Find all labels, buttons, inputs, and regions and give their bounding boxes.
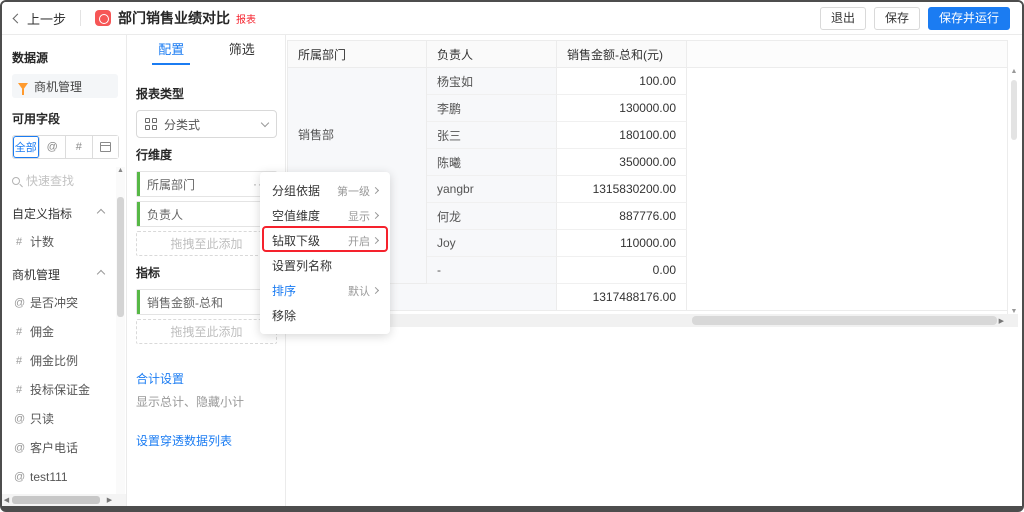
filter-tab-number[interactable]: # xyxy=(66,136,93,158)
field-filter-tabs: 全部 @ # xyxy=(12,135,119,159)
section-custom-metrics[interactable]: 自定义指标 xyxy=(12,199,118,227)
report-type-badge: 报表 xyxy=(236,11,256,26)
scrollbar-thumb[interactable] xyxy=(12,496,100,504)
datasource-header: 数据源 xyxy=(12,49,118,66)
metric-dropzone[interactable]: 拖拽至此添加 xyxy=(136,319,277,344)
tab-config[interactable]: 配置 xyxy=(158,35,184,67)
filter-tab-text[interactable]: @ xyxy=(40,136,67,158)
table-row: 李鹏 130000.00 xyxy=(427,95,687,122)
drill-data-link[interactable]: 设置穿透数据列表 xyxy=(136,432,277,449)
sidebar-horizontal-scrollbar[interactable]: ◀ ▶ xyxy=(2,494,126,506)
datasource-item[interactable]: 商机管理 xyxy=(12,74,118,98)
table-row: 陈曦 350000.00 xyxy=(427,149,687,176)
scrollbar-thumb[interactable] xyxy=(1011,80,1017,140)
field-item[interactable]: @ 是否冲突 xyxy=(12,288,118,317)
field-item[interactable]: @ 客户电话 xyxy=(12,433,118,462)
scroll-up-arrow[interactable]: ▲ xyxy=(1009,68,1019,75)
table-row: yangbr 1315830200.00 xyxy=(427,176,687,203)
grid-layout-icon xyxy=(145,118,157,130)
table-row: 何龙 887776.00 xyxy=(427,203,687,230)
field-item[interactable]: # 佣金比例 xyxy=(12,346,118,375)
field-item[interactable]: @ test111 xyxy=(12,462,118,491)
scroll-right-arrow[interactable]: ▶ xyxy=(999,317,1004,325)
table-row: Joy 110000.00 xyxy=(427,230,687,257)
chevron-right-icon xyxy=(372,212,379,219)
field-sidebar: 数据源 商机管理 可用字段 全部 @ # 自定义指标 # xyxy=(2,35,127,506)
exit-button[interactable]: 退出 xyxy=(820,7,866,30)
search-input[interactable] xyxy=(26,174,106,188)
column-header-amount: 销售金额-总和(元) xyxy=(557,41,687,67)
scroll-right-arrow[interactable]: ▶ xyxy=(105,496,114,504)
report-designer-window: 上一步 部门销售业绩对比 报表 退出 保存 保存并运行 数据源 商机管理 可用字… xyxy=(0,0,1024,512)
row-dim-item-department[interactable]: 所属部门 ··· xyxy=(136,171,277,197)
scroll-up-arrow[interactable]: ▲ xyxy=(116,167,125,174)
page-title: 部门销售业绩对比 xyxy=(118,8,230,28)
chevron-right-icon xyxy=(372,287,379,294)
menu-item-remove[interactable]: 移除 xyxy=(260,303,390,328)
section-opportunity[interactable]: 商机管理 xyxy=(12,260,118,288)
table-vertical-scrollbar[interactable]: ▲ ▼ xyxy=(1009,68,1019,315)
menu-item-sort[interactable]: 排序 默认 xyxy=(260,278,390,303)
menu-item-drill-down[interactable]: 钻取下级 开启 xyxy=(260,228,390,253)
scrollbar-thumb[interactable] xyxy=(117,197,124,317)
filter-tab-all[interactable]: 全部 xyxy=(13,136,40,158)
field-item[interactable]: # 投标保证金 xyxy=(12,375,118,404)
field-item[interactable]: # 佣金 xyxy=(12,317,118,346)
table-row: 张三 180100.00 xyxy=(427,122,687,149)
preview-canvas: 所属部门 负责人 销售金额-总和(元) 销售部 杨宝如 100.00 李鹏 13… xyxy=(287,35,1022,506)
total-row: 1317488176.00 xyxy=(287,284,1008,311)
metric-item-sales-sum[interactable]: 销售金额-总和 xyxy=(136,289,277,315)
divider xyxy=(80,10,81,26)
field-search[interactable] xyxy=(12,169,118,193)
table-row: - 0.00 xyxy=(427,257,687,284)
menu-item-null-dimension[interactable]: 空值维度 显示 xyxy=(260,203,390,228)
report-icon xyxy=(95,10,111,26)
total-settings-note: 显示总计、隐藏小计 xyxy=(136,393,277,410)
total-amount: 1317488176.00 xyxy=(557,284,687,310)
chevron-down-icon xyxy=(261,118,269,126)
menu-item-set-column-name[interactable]: 设置列名称 xyxy=(260,253,390,278)
dimension-context-menu: 分组依据 第一级 空值维度 显示 钻取下级 开启 设置列名称 排序 默认 移除 xyxy=(260,172,390,334)
funnel-icon xyxy=(18,83,28,90)
sidebar-vertical-scrollbar[interactable]: ▲ ▼ xyxy=(116,167,125,512)
scrollbar-thumb[interactable] xyxy=(692,316,997,325)
column-header-department: 所属部门 xyxy=(287,41,427,67)
field-item[interactable]: @ 只读 xyxy=(12,404,118,433)
table-horizontal-scrollbar[interactable]: ▶ xyxy=(287,314,1018,327)
caret-up-icon xyxy=(97,209,105,217)
report-type-label: 报表类型 xyxy=(136,85,277,102)
chevron-right-icon xyxy=(372,187,379,194)
chevron-right-icon xyxy=(372,237,379,244)
table-right-border xyxy=(1007,40,1008,323)
filter-tab-date[interactable] xyxy=(93,136,119,158)
chevron-left-icon xyxy=(13,13,23,23)
save-and-run-button[interactable]: 保存并运行 xyxy=(928,7,1010,30)
calendar-icon xyxy=(100,142,111,152)
search-icon xyxy=(12,177,20,185)
fields-header: 可用字段 xyxy=(12,110,118,127)
total-settings-link[interactable]: 合计设置 xyxy=(136,370,277,387)
row-dim-dropzone[interactable]: 拖拽至此添加 xyxy=(136,231,277,256)
row-dim-item-owner[interactable]: 负责人 xyxy=(136,201,277,227)
back-button[interactable]: 上一步 xyxy=(14,9,66,28)
tab-filter[interactable]: 筛选 xyxy=(229,35,255,67)
row-dimension-label: 行维度 xyxy=(136,146,277,163)
metric-label: 指标 xyxy=(136,264,277,281)
preview-table: 所属部门 负责人 销售金额-总和(元) 销售部 杨宝如 100.00 李鹏 13… xyxy=(287,40,1008,311)
table-row: 杨宝如 100.00 xyxy=(427,68,687,95)
column-header-owner: 负责人 xyxy=(427,41,557,67)
report-type-select[interactable]: 分类式 xyxy=(136,110,277,138)
save-button[interactable]: 保存 xyxy=(874,7,920,30)
scroll-left-arrow[interactable]: ◀ xyxy=(2,496,11,504)
field-item[interactable]: # 计数 xyxy=(12,227,118,256)
caret-up-icon xyxy=(97,270,105,278)
back-label: 上一步 xyxy=(27,9,66,28)
topbar: 上一步 部门销售业绩对比 报表 退出 保存 保存并运行 xyxy=(2,2,1022,35)
menu-item-group-by[interactable]: 分组依据 第一级 xyxy=(260,178,390,203)
